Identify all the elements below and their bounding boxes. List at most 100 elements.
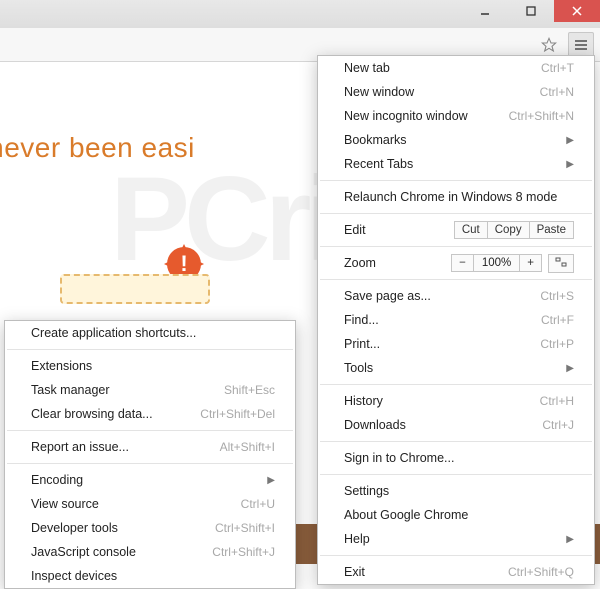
menu-item-label: View source bbox=[31, 497, 99, 511]
tools-clear-data[interactable]: Clear browsing data... Ctrl+Shift+Del bbox=[5, 402, 295, 426]
menu-separator bbox=[320, 246, 592, 247]
menu-item-label: Bookmarks bbox=[344, 133, 407, 147]
menu-settings[interactable]: Settings bbox=[318, 479, 594, 503]
tools-report-issue[interactable]: Report an issue... Alt+Shift+I bbox=[5, 435, 295, 459]
fullscreen-button[interactable] bbox=[548, 254, 574, 273]
menu-item-label: Create application shortcuts... bbox=[31, 326, 196, 340]
tools-developer-tools[interactable]: Developer tools Ctrl+Shift+I bbox=[5, 516, 295, 540]
menu-separator bbox=[320, 555, 592, 556]
menu-item-shortcut: Ctrl+Shift+Del bbox=[200, 407, 275, 421]
menu-item-shortcut: Ctrl+F bbox=[541, 313, 574, 327]
menu-item-label: Recent Tabs bbox=[344, 157, 413, 171]
menu-item-shortcut: Ctrl+P bbox=[540, 337, 574, 351]
menu-item-shortcut: Ctrl+T bbox=[541, 61, 574, 75]
window-titlebar bbox=[0, 0, 600, 28]
menu-item-label: Find... bbox=[344, 313, 379, 327]
menu-separator bbox=[320, 384, 592, 385]
menu-item-label: Inspect devices bbox=[31, 569, 117, 583]
tools-submenu: Create application shortcuts... Extensio… bbox=[4, 320, 296, 589]
menu-item-label: Sign in to Chrome... bbox=[344, 451, 454, 465]
menu-hamburger-icon[interactable] bbox=[568, 32, 594, 58]
edit-copy-button[interactable]: Copy bbox=[488, 221, 530, 239]
tools-inspect-devices[interactable]: Inspect devices bbox=[5, 564, 295, 588]
menu-item-label: Clear browsing data... bbox=[31, 407, 153, 421]
menu-item-label: Tools bbox=[344, 361, 373, 375]
tools-task-manager[interactable]: Task manager Shift+Esc bbox=[5, 378, 295, 402]
menu-item-shortcut: Alt+Shift+I bbox=[220, 440, 275, 454]
menu-item-label: New incognito window bbox=[344, 109, 468, 123]
window-maximize-button[interactable] bbox=[508, 0, 554, 22]
tools-js-console[interactable]: JavaScript console Ctrl+Shift+J bbox=[5, 540, 295, 564]
menu-item-label: Relaunch Chrome in Windows 8 mode bbox=[344, 190, 557, 204]
menu-zoom-row: Zoom − 100% + bbox=[318, 251, 594, 275]
menu-item-shortcut: Ctrl+Shift+N bbox=[509, 109, 574, 123]
menu-item-shortcut: Ctrl+U bbox=[241, 497, 275, 511]
tools-encoding[interactable]: Encoding▶ bbox=[5, 468, 295, 492]
menu-item-label: Task manager bbox=[31, 383, 110, 397]
menu-item-label: Save page as... bbox=[344, 289, 431, 303]
menu-item-label: Report an issue... bbox=[31, 440, 129, 454]
menu-item-label: New tab bbox=[344, 61, 390, 75]
menu-downloads[interactable]: Downloads Ctrl+J bbox=[318, 413, 594, 437]
menu-item-label: Extensions bbox=[31, 359, 92, 373]
menu-item-label: Edit bbox=[344, 223, 366, 237]
menu-separator bbox=[7, 430, 293, 431]
tools-view-source[interactable]: View source Ctrl+U bbox=[5, 492, 295, 516]
svg-text:!: ! bbox=[180, 251, 187, 276]
menu-separator bbox=[7, 463, 293, 464]
menu-separator bbox=[320, 441, 592, 442]
window-minimize-button[interactable] bbox=[462, 0, 508, 22]
menu-item-shortcut: Ctrl+Shift+Q bbox=[508, 565, 574, 579]
tools-create-shortcuts[interactable]: Create application shortcuts... bbox=[5, 321, 295, 345]
menu-sign-in[interactable]: Sign in to Chrome... bbox=[318, 446, 594, 470]
menu-help[interactable]: Help ▶ bbox=[318, 527, 594, 551]
submenu-arrow-icon: ▶ bbox=[566, 159, 574, 170]
menu-separator bbox=[320, 180, 592, 181]
menu-item-shortcut: Ctrl+Shift+I bbox=[215, 521, 275, 535]
menu-new-incognito[interactable]: New incognito window Ctrl+Shift+N bbox=[318, 104, 594, 128]
zoom-in-button[interactable]: + bbox=[519, 254, 542, 272]
menu-item-label: Settings bbox=[344, 484, 389, 498]
menu-separator bbox=[320, 213, 592, 214]
menu-new-window[interactable]: New window Ctrl+N bbox=[318, 80, 594, 104]
chrome-main-menu: New tab Ctrl+T New window Ctrl+N New incog… bbox=[317, 55, 595, 585]
menu-tools[interactable]: Tools ▶ bbox=[318, 356, 594, 380]
menu-item-shortcut: Shift+Esc bbox=[224, 383, 275, 397]
menu-item-label: Zoom bbox=[344, 256, 376, 270]
menu-find[interactable]: Find... Ctrl+F bbox=[318, 308, 594, 332]
menu-separator bbox=[7, 349, 293, 350]
menu-item-label: JavaScript console bbox=[31, 545, 136, 559]
menu-about[interactable]: About Google Chrome bbox=[318, 503, 594, 527]
window-close-button[interactable] bbox=[554, 0, 600, 22]
page-card bbox=[60, 274, 210, 304]
menu-edit-row: Edit Cut Copy Paste bbox=[318, 218, 594, 242]
menu-item-shortcut: Ctrl+N bbox=[540, 85, 574, 99]
menu-item-shortcut: Ctrl+Shift+J bbox=[212, 545, 275, 559]
menu-item-label: Downloads bbox=[344, 418, 406, 432]
submenu-arrow-icon: ▶ bbox=[566, 534, 574, 545]
menu-relaunch[interactable]: Relaunch Chrome in Windows 8 mode bbox=[318, 185, 594, 209]
submenu-arrow-icon: ▶ bbox=[267, 475, 275, 486]
menu-item-shortcut: Ctrl+J bbox=[542, 418, 574, 432]
zoom-out-button[interactable]: − bbox=[451, 254, 474, 272]
zoom-value: 100% bbox=[474, 254, 519, 272]
menu-item-label: Print... bbox=[344, 337, 380, 351]
menu-item-label: Help bbox=[344, 532, 370, 546]
edit-cut-button[interactable]: Cut bbox=[454, 221, 488, 239]
menu-recent-tabs[interactable]: Recent Tabs ▶ bbox=[318, 152, 594, 176]
tools-extensions[interactable]: Extensions bbox=[5, 354, 295, 378]
menu-exit[interactable]: ExitCtrl+Shift+Q bbox=[318, 560, 594, 584]
menu-separator bbox=[320, 279, 592, 280]
menu-item-label: Developer tools bbox=[31, 521, 118, 535]
menu-item-label: New window bbox=[344, 85, 414, 99]
menu-separator bbox=[320, 474, 592, 475]
menu-print[interactable]: Print... Ctrl+P bbox=[318, 332, 594, 356]
menu-save-as[interactable]: Save page as...Ctrl+S bbox=[318, 284, 594, 308]
menu-item-shortcut: Ctrl+H bbox=[540, 394, 574, 408]
menu-new-tab[interactable]: New tab Ctrl+T bbox=[318, 56, 594, 80]
menu-history[interactable]: HistoryCtrl+H bbox=[318, 389, 594, 413]
submenu-arrow-icon: ▶ bbox=[566, 363, 574, 374]
bookmark-star-icon[interactable] bbox=[536, 32, 562, 58]
edit-paste-button[interactable]: Paste bbox=[530, 221, 574, 239]
menu-bookmarks[interactable]: Bookmarks▶ bbox=[318, 128, 594, 152]
